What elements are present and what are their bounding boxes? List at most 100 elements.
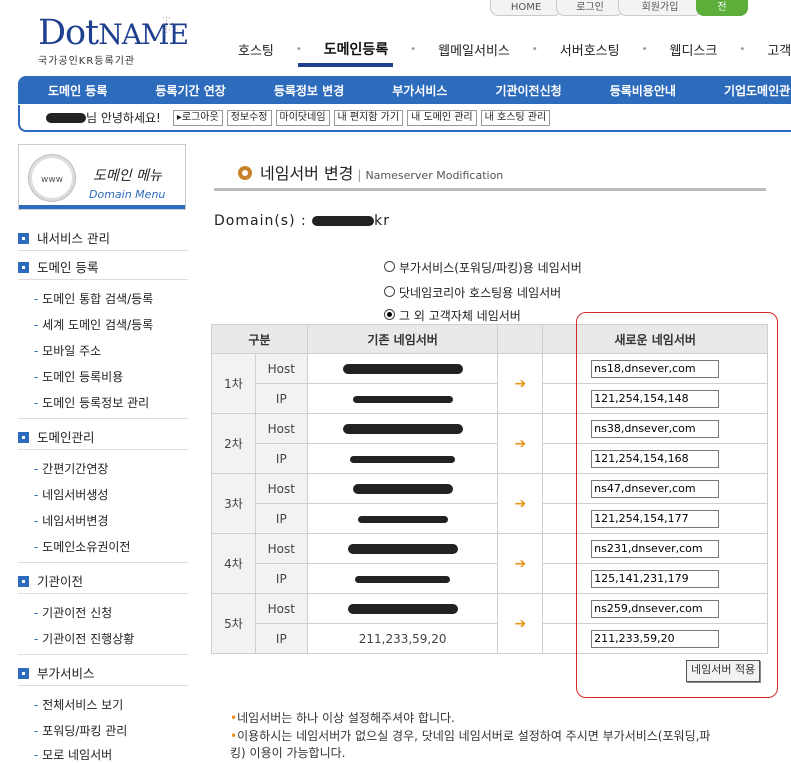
domain-suffix: kr — [374, 213, 391, 229]
menu-domain-manage[interactable]: 도메인관리 — [18, 427, 188, 446]
page-title: 네임서버 변경 — [260, 164, 354, 183]
arrow-icon: ➔ — [497, 593, 544, 654]
host-label: Host — [254, 353, 308, 384]
row-order: 3차 — [211, 473, 256, 534]
arrow-icon: ➔ — [497, 353, 544, 414]
my-domain-button[interactable]: 내 도메인 관리 — [407, 109, 477, 126]
subnav-pricing[interactable]: 등록비용안내 — [610, 82, 676, 99]
mailbox-button[interactable]: 내 편지함 가기 — [333, 109, 404, 126]
menu-quick-extend[interactable]: 간편기간연장 — [18, 460, 204, 477]
subnav-addon[interactable]: 부가서비스 — [392, 82, 447, 99]
apply-nameserver-button[interactable]: 네임서버 적용 — [686, 660, 761, 682]
nav-hosting[interactable]: 호스팅 — [200, 40, 296, 59]
redacted-domain — [312, 216, 375, 226]
menu-ns-change[interactable]: 네임서버변경 — [18, 512, 204, 529]
note-line: •네임서버는 하나 이상 설정해주셔야 합니다. — [230, 709, 455, 726]
old-ip-redacted — [306, 443, 499, 474]
menu-registrar-transfer[interactable]: 기관이전 — [18, 571, 188, 590]
section-bullet-icon — [18, 576, 29, 587]
host-label: Host — [254, 413, 308, 444]
signup-link[interactable]: 회원가입 — [618, 0, 702, 16]
menu-my-services[interactable]: 내서비스 관리 — [18, 228, 188, 247]
edit-info-button[interactable]: 정보수정 — [226, 109, 272, 126]
menu-divider — [18, 279, 188, 280]
subnav-info-change[interactable]: 등록정보 변경 — [274, 82, 344, 99]
main-nav: 호스팅 • 도메인등록 • 웹메일서비스 • 서버호스팅 • 웹디스크 • 고객… — [200, 36, 791, 62]
menu-domain-info-manage[interactable]: 도메인 등록정보 관리 — [18, 394, 204, 411]
highlight-box — [576, 312, 778, 698]
menu-label: 부가서비스 — [37, 666, 95, 681]
menu-extra-nameserver[interactable]: 모로 네임서버 — [18, 746, 204, 763]
menu-ownership-transfer[interactable]: 도메인소유권이전 — [18, 538, 204, 555]
old-ip-redacted — [306, 383, 499, 414]
menu-divider — [18, 654, 188, 655]
logo-name: NAME — [98, 18, 189, 51]
arrow-icon: ➔ — [497, 473, 544, 534]
arrow-icon: ➔ — [497, 413, 544, 474]
radio-hosting-ns[interactable]: 닷네임코리아 호스팅용 네임서버 — [384, 284, 561, 301]
ip-label: IP — [254, 503, 308, 534]
radio-custom-ns[interactable]: 그 외 고객자체 네임서버 — [384, 307, 521, 324]
menu-global-search[interactable]: 세계 도메인 검색/등록 — [18, 316, 204, 333]
old-ip-redacted — [306, 503, 499, 534]
section-bullet-icon — [18, 668, 29, 679]
my-hosting-button[interactable]: 내 호스팅 관리 — [480, 109, 551, 126]
header-arrow-spacer — [497, 324, 544, 354]
redacted-username — [46, 112, 86, 123]
nav-domain[interactable]: 도메인등록 — [302, 39, 410, 59]
heading-bullet-icon — [238, 166, 252, 180]
menu-integrated-search[interactable]: 도메인 통합 검색/등록 — [18, 290, 204, 307]
header-category: 구분 — [211, 324, 308, 354]
extra-link[interactable]: 전 — [696, 0, 748, 16]
note-line-continued: 킹) 이용이 가능합니다. — [230, 746, 346, 760]
side-menu-title: 도메인 메뉴 — [93, 168, 162, 184]
menu-divider — [18, 685, 188, 686]
old-ip-redacted — [306, 563, 499, 594]
utility-tabs: HOME 로그인 회원가입 전 — [490, 0, 748, 16]
logo-dots-decoration: ·:· ·:·: ·:· — [162, 14, 174, 36]
heading-divider: | — [357, 168, 362, 182]
home-link[interactable]: HOME — [490, 0, 562, 16]
radio-button-selected[interactable] — [384, 309, 395, 320]
ip-label: IP — [254, 563, 308, 594]
menu-transfer-status[interactable]: 기관이전 진행상황 — [18, 630, 204, 647]
nav-webdisk[interactable]: 웹디스크 — [648, 40, 740, 59]
radio-button[interactable] — [384, 261, 395, 272]
menu-ns-create[interactable]: 네임서버생성 — [18, 486, 204, 503]
my-dotname-button[interactable]: 마이닷네임 — [275, 109, 330, 126]
ip-label: IP — [254, 623, 308, 654]
greeting-text: 님 안녕하세요! — [86, 111, 161, 125]
subnav-enterprise[interactable]: 기업도메인관 — [724, 82, 790, 99]
menu-all-services[interactable]: 전체서비스 보기 — [18, 696, 204, 713]
nav-customer[interactable]: 고객서 — [745, 40, 791, 59]
arrow-icon: ➔ — [497, 533, 544, 594]
host-label: Host — [254, 593, 308, 624]
radio-addon-ns[interactable]: 부가서비스(포워딩/파킹)용 네임서버 — [384, 259, 582, 276]
side-menu-header: www 도메인 메뉴 Domain Menu — [18, 144, 186, 210]
menu-domain-register[interactable]: 도메인 등록 — [18, 257, 188, 276]
nav-webmail[interactable]: 웹메일서비스 — [416, 40, 532, 59]
login-link[interactable]: 로그인 — [556, 0, 624, 16]
subnav-domain-register[interactable]: 도메인 등록 — [48, 82, 107, 99]
menu-forwarding-parking[interactable]: 포워딩/파킹 관리 — [18, 722, 204, 739]
nav-server-hosting[interactable]: 서버호스팅 — [538, 40, 642, 59]
radio-button[interactable] — [384, 286, 395, 297]
page-heading: 네임서버 변경 | Nameserver Modification — [238, 160, 503, 184]
menu-mobile-address[interactable]: 모바일 주소 — [18, 342, 204, 359]
menu-divider — [18, 418, 188, 419]
logout-button[interactable]: ▸로그아웃 — [172, 109, 223, 126]
radio-label: 닷네임코리아 호스팅용 네임서버 — [399, 286, 562, 300]
logo-dot: Dot — [38, 13, 99, 53]
logo-tagline: 국가공인KR등록기관 — [38, 56, 136, 67]
subnav-extend[interactable]: 등록기간 연장 — [155, 82, 225, 99]
www-icon: www — [29, 155, 75, 201]
subnav-transfer[interactable]: 기관이전신청 — [495, 82, 561, 99]
menu-domain-pricing[interactable]: 도메인 등록비용 — [18, 368, 204, 385]
menu-addon-services[interactable]: 부가서비스 — [18, 663, 188, 682]
host-label: Host — [254, 473, 308, 504]
www-icon-text: www — [40, 175, 64, 185]
menu-transfer-apply[interactable]: 기관이전 신청 — [18, 604, 204, 621]
side-menu-header-bar — [19, 205, 185, 209]
menu-label: 내서비스 관리 — [37, 231, 110, 246]
section-bullet-icon — [18, 432, 29, 443]
